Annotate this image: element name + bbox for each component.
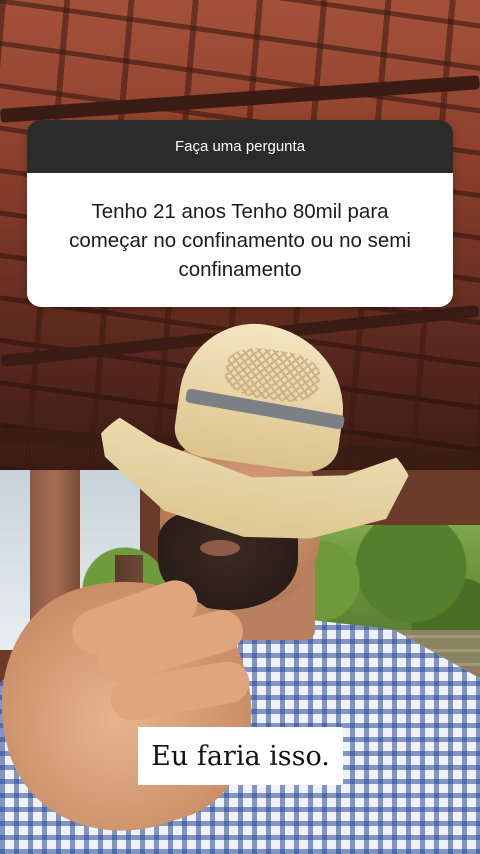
- mouth: [200, 540, 240, 556]
- question-sticker[interactable]: Faça uma pergunta Tenho 21 anos Tenho 80…: [27, 120, 453, 307]
- caption-text: Eu faria isso.: [138, 727, 343, 785]
- question-sticker-header: Faça uma pergunta: [27, 120, 453, 173]
- question-text: Tenho 21 anos Tenho 80mil para começar n…: [27, 173, 453, 307]
